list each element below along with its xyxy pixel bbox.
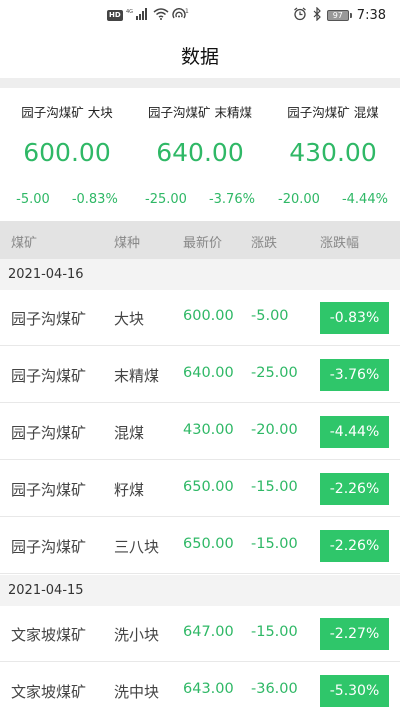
table-row[interactable]: 文家坡煤矿 洗小块 647.00 -15.00 -2.27% xyxy=(0,606,400,662)
column-header-type: 煤种 xyxy=(114,236,141,251)
summary-card[interactable]: 园子沟煤矿 混煤 430.00 -20.00 -4.44% xyxy=(266,88,400,221)
hotspot-count: 1 xyxy=(185,8,189,15)
cell-price: 640.00 xyxy=(183,365,234,381)
summary-card-change: -5.00 -0.83% xyxy=(0,192,134,207)
cell-type: 洗中块 xyxy=(114,683,160,701)
cell-type: 末精煤 xyxy=(114,367,160,385)
alarm-icon xyxy=(293,7,307,24)
cellular-signal-icon: 4G xyxy=(126,7,150,23)
summary-change-value: -5.00 xyxy=(16,192,50,207)
table-row[interactable]: 园子沟煤矿 三八块 650.00 -15.00 -2.26% xyxy=(0,518,400,574)
summary-card-price: 640.00 xyxy=(156,138,244,167)
table-row[interactable]: 文家坡煤矿 洗中块 643.00 -36.00 -5.30% xyxy=(0,663,400,711)
summary-change-pct: -3.76% xyxy=(208,192,255,207)
cell-change: -36.00 xyxy=(251,681,298,697)
cell-change: -25.00 xyxy=(251,365,298,381)
change-pct-badge: -2.26% xyxy=(320,473,389,505)
summary-card-title: 园子沟煤矿 大块 xyxy=(21,105,113,120)
column-header-change-pct: 涨跌幅 xyxy=(320,236,360,251)
status-left-icons: HD 4G 1 xyxy=(107,7,190,23)
bluetooth-icon xyxy=(312,6,322,24)
summary-card[interactable]: 园子沟煤矿 大块 600.00 -5.00 -0.83% xyxy=(0,88,134,221)
summary-card-price: 600.00 xyxy=(23,138,111,167)
cell-price: 600.00 xyxy=(183,308,234,324)
cell-type: 籽煤 xyxy=(114,481,145,499)
price-summary: 园子沟煤矿 大块 600.00 -5.00 -0.83% 园子沟煤矿 末精煤 64… xyxy=(0,88,400,221)
section-date: 2021-04-15 xyxy=(8,583,84,598)
status-right-icons: 97 7:38 xyxy=(293,6,386,24)
summary-card-title: 园子沟煤矿 混煤 xyxy=(287,105,379,120)
cell-price: 643.00 xyxy=(183,681,234,697)
summary-card-price: 430.00 xyxy=(289,138,377,167)
clock: 7:38 xyxy=(356,7,386,23)
column-header-price: 最新价 xyxy=(183,236,223,251)
cell-type: 混煤 xyxy=(114,424,145,442)
cell-price: 647.00 xyxy=(183,624,234,640)
table-row[interactable]: 园子沟煤矿 大块 600.00 -5.00 -0.83% xyxy=(0,290,400,346)
cell-change: -15.00 xyxy=(251,624,298,640)
change-pct-badge: -5.30% xyxy=(320,675,389,707)
column-header-change: 涨跌 xyxy=(251,236,278,251)
table-header: 煤矿 煤种 最新价 涨跌 涨跌幅 xyxy=(0,221,400,259)
cell-mine: 园子沟煤矿 xyxy=(11,367,87,385)
cell-mine: 文家坡煤矿 xyxy=(11,626,87,644)
change-pct-badge: -4.44% xyxy=(320,416,389,448)
change-pct-badge: -2.27% xyxy=(320,618,389,650)
column-header-mine: 煤矿 xyxy=(11,236,38,251)
summary-card[interactable]: 园子沟煤矿 末精煤 640.00 -25.00 -3.76% xyxy=(133,88,267,221)
cell-change: -15.00 xyxy=(251,479,298,495)
summary-change-value: -20.00 xyxy=(278,192,320,207)
hotspot-icon: 1 xyxy=(171,8,190,23)
cell-mine: 园子沟煤矿 xyxy=(11,424,87,442)
summary-change-value: -25.00 xyxy=(145,192,187,207)
wifi-icon xyxy=(153,7,169,23)
battery-level: 97 xyxy=(326,9,349,21)
cell-mine: 园子沟煤矿 xyxy=(11,481,87,499)
cell-change: -15.00 xyxy=(251,536,298,552)
cell-price: 430.00 xyxy=(183,422,234,438)
table-row[interactable]: 园子沟煤矿 末精煤 640.00 -25.00 -3.76% xyxy=(0,347,400,403)
summary-change-pct: -4.44% xyxy=(341,192,388,207)
date-section-header: 2021-04-15 xyxy=(0,575,400,606)
svg-text:4G: 4G xyxy=(126,9,133,15)
summary-card-change: -20.00 -4.44% xyxy=(266,192,400,207)
summary-card-change: -25.00 -3.76% xyxy=(133,192,267,207)
cell-type: 三八块 xyxy=(114,538,160,556)
hd-badge: HD xyxy=(107,9,123,21)
cell-change: -5.00 xyxy=(251,308,289,324)
change-pct-badge: -2.26% xyxy=(320,530,389,562)
cell-type: 洗小块 xyxy=(114,626,160,644)
date-section-header: 2021-04-16 xyxy=(0,259,400,290)
table-row[interactable]: 园子沟煤矿 籽煤 650.00 -15.00 -2.26% xyxy=(0,461,400,517)
cell-mine: 文家坡煤矿 xyxy=(11,683,87,701)
cell-price: 650.00 xyxy=(183,536,234,552)
summary-card-title: 园子沟煤矿 末精煤 xyxy=(148,105,252,120)
cell-mine: 园子沟煤矿 xyxy=(11,538,87,556)
summary-change-pct: -0.83% xyxy=(71,192,118,207)
cell-price: 650.00 xyxy=(183,479,234,495)
status-bar: HD 4G 1 97 7:38 xyxy=(0,0,400,30)
page-title: 数据 xyxy=(180,46,219,68)
cell-change: -20.00 xyxy=(251,422,298,438)
header-divider xyxy=(0,78,400,88)
cell-mine: 园子沟煤矿 xyxy=(11,310,87,328)
table-row[interactable]: 园子沟煤矿 混煤 430.00 -20.00 -4.44% xyxy=(0,404,400,460)
cell-type: 大块 xyxy=(114,310,145,328)
battery-icon: 97 xyxy=(326,9,352,21)
change-pct-badge: -3.76% xyxy=(320,359,389,391)
section-date: 2021-04-16 xyxy=(8,267,84,282)
app-header: 数据 xyxy=(0,30,400,78)
change-pct-badge: -0.83% xyxy=(320,302,389,334)
